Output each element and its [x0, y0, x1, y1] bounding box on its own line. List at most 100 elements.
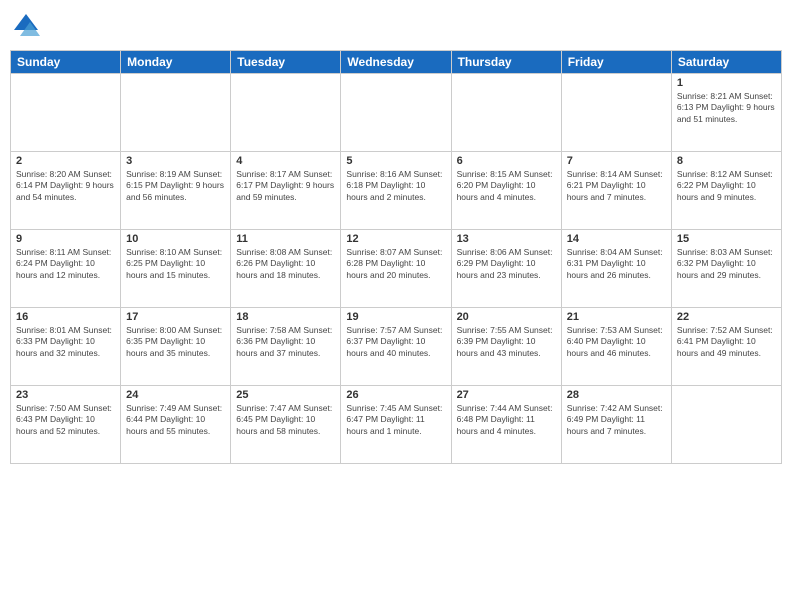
- day-number: 3: [126, 155, 225, 167]
- calendar-cell: 8 Sunrise: 8:12 AM Sunset: 6:22 PM Daylig…: [671, 152, 781, 230]
- day-info: Sunrise: 8:14 AM Sunset: 6:21 PM Dayligh…: [567, 169, 666, 203]
- calendar-cell: 15 Sunrise: 8:03 AM Sunset: 6:32 PM Dayli…: [671, 230, 781, 308]
- calendar-cell: 27 Sunrise: 7:44 AM Sunset: 6:48 PM Dayli…: [451, 386, 561, 464]
- day-number: 13: [457, 233, 556, 245]
- day-number: 27: [457, 389, 556, 401]
- day-number: 17: [126, 311, 225, 323]
- calendar-cell: 14 Sunrise: 8:04 AM Sunset: 6:31 PM Dayli…: [561, 230, 671, 308]
- calendar-cell: 6 Sunrise: 8:15 AM Sunset: 6:20 PM Daylig…: [451, 152, 561, 230]
- day-number: 2: [16, 155, 115, 167]
- day-info: Sunrise: 8:03 AM Sunset: 6:32 PM Dayligh…: [677, 247, 776, 281]
- day-number: 6: [457, 155, 556, 167]
- weekday-header-wednesday: Wednesday: [341, 51, 451, 74]
- week-row-2: 9 Sunrise: 8:11 AM Sunset: 6:24 PM Daylig…: [11, 230, 782, 308]
- day-info: Sunrise: 8:07 AM Sunset: 6:28 PM Dayligh…: [346, 247, 445, 281]
- day-info: Sunrise: 8:19 AM Sunset: 6:15 PM Dayligh…: [126, 169, 225, 203]
- week-row-3: 16 Sunrise: 8:01 AM Sunset: 6:33 PM Dayli…: [11, 308, 782, 386]
- weekday-header-friday: Friday: [561, 51, 671, 74]
- logo-icon: [10, 10, 42, 42]
- day-number: 25: [236, 389, 335, 401]
- day-number: 10: [126, 233, 225, 245]
- calendar-cell: 17 Sunrise: 8:00 AM Sunset: 6:35 PM Dayli…: [121, 308, 231, 386]
- day-number: 1: [677, 77, 776, 89]
- calendar-cell: 26 Sunrise: 7:45 AM Sunset: 6:47 PM Dayli…: [341, 386, 451, 464]
- calendar-cell: 2 Sunrise: 8:20 AM Sunset: 6:14 PM Daylig…: [11, 152, 121, 230]
- calendar-cell: 22 Sunrise: 7:52 AM Sunset: 6:41 PM Dayli…: [671, 308, 781, 386]
- day-number: 22: [677, 311, 776, 323]
- day-number: 28: [567, 389, 666, 401]
- day-info: Sunrise: 8:16 AM Sunset: 6:18 PM Dayligh…: [346, 169, 445, 203]
- day-number: 12: [346, 233, 445, 245]
- day-info: Sunrise: 8:10 AM Sunset: 6:25 PM Dayligh…: [126, 247, 225, 281]
- calendar-cell: 1 Sunrise: 8:21 AM Sunset: 6:13 PM Daylig…: [671, 74, 781, 152]
- calendar-cell: 23 Sunrise: 7:50 AM Sunset: 6:43 PM Dayli…: [11, 386, 121, 464]
- day-info: Sunrise: 7:45 AM Sunset: 6:47 PM Dayligh…: [346, 403, 445, 437]
- weekday-header-tuesday: Tuesday: [231, 51, 341, 74]
- calendar-cell: 20 Sunrise: 7:55 AM Sunset: 6:39 PM Dayli…: [451, 308, 561, 386]
- calendar-cell: [231, 74, 341, 152]
- calendar-cell: 19Sunrise: 7:57 AM Sunset: 6:37 PM Dayli…: [341, 308, 451, 386]
- day-info: Sunrise: 7:50 AM Sunset: 6:43 PM Dayligh…: [16, 403, 115, 437]
- weekday-header-saturday: Saturday: [671, 51, 781, 74]
- day-info: Sunrise: 8:11 AM Sunset: 6:24 PM Dayligh…: [16, 247, 115, 281]
- week-row-1: 2 Sunrise: 8:20 AM Sunset: 6:14 PM Daylig…: [11, 152, 782, 230]
- week-row-4: 23 Sunrise: 7:50 AM Sunset: 6:43 PM Dayli…: [11, 386, 782, 464]
- day-info: Sunrise: 8:00 AM Sunset: 6:35 PM Dayligh…: [126, 325, 225, 359]
- day-number: 16: [16, 311, 115, 323]
- day-info: Sunrise: 8:20 AM Sunset: 6:14 PM Dayligh…: [16, 169, 115, 203]
- day-info: Sunrise: 8:08 AM Sunset: 6:26 PM Dayligh…: [236, 247, 335, 281]
- calendar-cell: 12 Sunrise: 8:07 AM Sunset: 6:28 PM Dayli…: [341, 230, 451, 308]
- calendar-cell: [341, 74, 451, 152]
- calendar-cell: [11, 74, 121, 152]
- day-number: 15: [677, 233, 776, 245]
- day-number: 14: [567, 233, 666, 245]
- weekday-header-monday: Monday: [121, 51, 231, 74]
- calendar-cell: 4 Sunrise: 8:17 AM Sunset: 6:17 PM Daylig…: [231, 152, 341, 230]
- calendar-cell: 21Sunrise: 7:53 AM Sunset: 6:40 PM Dayli…: [561, 308, 671, 386]
- calendar-cell: 28 Sunrise: 7:42 AM Sunset: 6:49 PM Dayli…: [561, 386, 671, 464]
- page: SundayMondayTuesdayWednesdayThursdayFrid…: [0, 0, 792, 612]
- header: [10, 10, 782, 42]
- day-number: 21: [567, 311, 666, 323]
- day-number: 23: [16, 389, 115, 401]
- day-info: Sunrise: 8:21 AM Sunset: 6:13 PM Dayligh…: [677, 91, 776, 125]
- day-info: Sunrise: 7:49 AM Sunset: 6:44 PM Dayligh…: [126, 403, 225, 437]
- day-number: 9: [16, 233, 115, 245]
- calendar-cell: 3 Sunrise: 8:19 AM Sunset: 6:15 PM Daylig…: [121, 152, 231, 230]
- day-info: Sunrise: 8:15 AM Sunset: 6:20 PM Dayligh…: [457, 169, 556, 203]
- week-row-0: 1 Sunrise: 8:21 AM Sunset: 6:13 PM Daylig…: [11, 74, 782, 152]
- day-number: 18: [236, 311, 335, 323]
- calendar-cell: [451, 74, 561, 152]
- day-number: 8: [677, 155, 776, 167]
- weekday-header-sunday: Sunday: [11, 51, 121, 74]
- logo: [10, 10, 42, 42]
- day-number: 20: [457, 311, 556, 323]
- day-info: Sunrise: 8:04 AM Sunset: 6:31 PM Dayligh…: [567, 247, 666, 281]
- calendar-cell: 9 Sunrise: 8:11 AM Sunset: 6:24 PM Daylig…: [11, 230, 121, 308]
- day-info: Sunrise: 7:52 AM Sunset: 6:41 PM Dayligh…: [677, 325, 776, 359]
- calendar-cell: [671, 386, 781, 464]
- calendar-cell: 5 Sunrise: 8:16 AM Sunset: 6:18 PM Daylig…: [341, 152, 451, 230]
- calendar-cell: [561, 74, 671, 152]
- day-info: Sunrise: 7:55 AM Sunset: 6:39 PM Dayligh…: [457, 325, 556, 359]
- day-info: Sunrise: 8:12 AM Sunset: 6:22 PM Dayligh…: [677, 169, 776, 203]
- day-number: 19: [346, 311, 445, 323]
- day-info: Sunrise: 8:01 AM Sunset: 6:33 PM Dayligh…: [16, 325, 115, 359]
- day-info: Sunrise: 7:58 AM Sunset: 6:36 PM Dayligh…: [236, 325, 335, 359]
- calendar-cell: 13 Sunrise: 8:06 AM Sunset: 6:29 PM Dayli…: [451, 230, 561, 308]
- day-number: 4: [236, 155, 335, 167]
- day-info: Sunrise: 7:42 AM Sunset: 6:49 PM Dayligh…: [567, 403, 666, 437]
- calendar-cell: 18 Sunrise: 7:58 AM Sunset: 6:36 PM Dayli…: [231, 308, 341, 386]
- calendar-cell: 25 Sunrise: 7:47 AM Sunset: 6:45 PM Dayli…: [231, 386, 341, 464]
- day-info: Sunrise: 8:06 AM Sunset: 6:29 PM Dayligh…: [457, 247, 556, 281]
- day-info: Sunrise: 7:44 AM Sunset: 6:48 PM Dayligh…: [457, 403, 556, 437]
- day-number: 5: [346, 155, 445, 167]
- day-info: Sunrise: 8:17 AM Sunset: 6:17 PM Dayligh…: [236, 169, 335, 203]
- calendar-cell: 11Sunrise: 8:08 AM Sunset: 6:26 PM Dayli…: [231, 230, 341, 308]
- calendar-cell: 10 Sunrise: 8:10 AM Sunset: 6:25 PM Dayli…: [121, 230, 231, 308]
- day-number: 26: [346, 389, 445, 401]
- day-info: Sunrise: 7:47 AM Sunset: 6:45 PM Dayligh…: [236, 403, 335, 437]
- calendar-cell: 16 Sunrise: 8:01 AM Sunset: 6:33 PM Dayli…: [11, 308, 121, 386]
- day-number: 24: [126, 389, 225, 401]
- weekday-header-row: SundayMondayTuesdayWednesdayThursdayFrid…: [11, 51, 782, 74]
